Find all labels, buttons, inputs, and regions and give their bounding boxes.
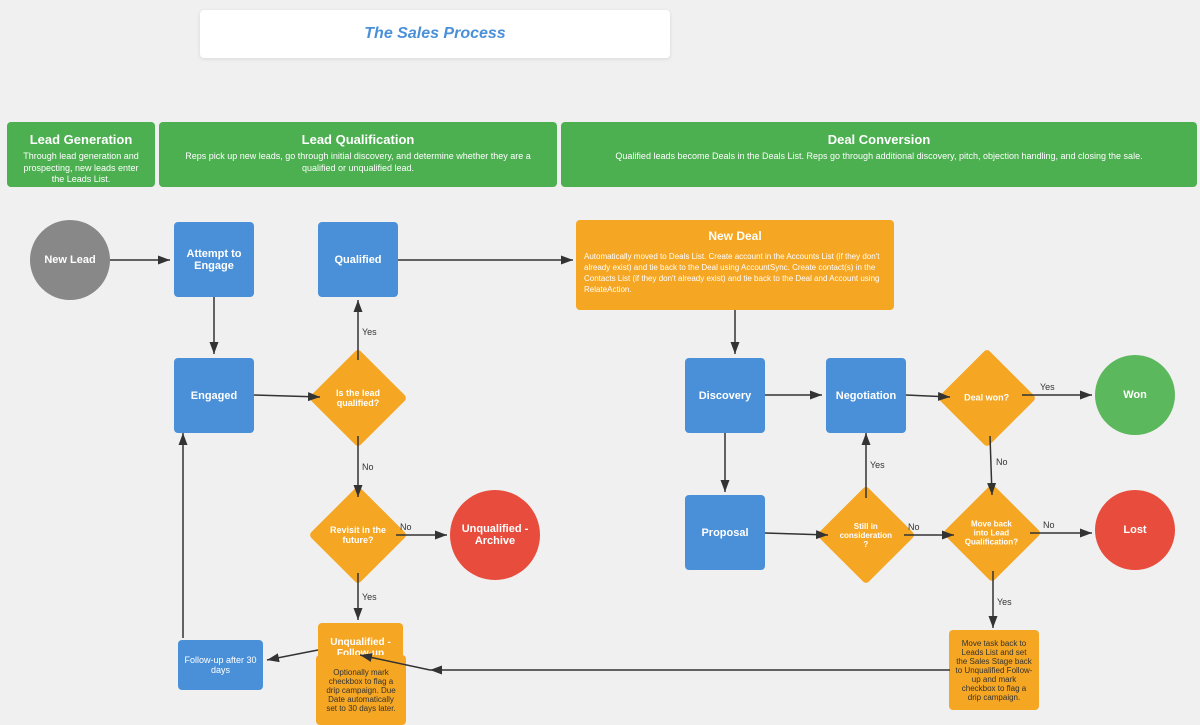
title-card: The Sales Process bbox=[200, 10, 670, 58]
section-lead-gen-title: Lead Generation bbox=[19, 132, 143, 147]
attempt-to-engage-node: Attempt to Engage bbox=[174, 222, 254, 297]
new-deal-desc: Automatically moved to Deals List. Creat… bbox=[584, 251, 886, 296]
section-deal-conv: Deal Conversion Qualified leads become D… bbox=[561, 122, 1197, 187]
section-lead-qual-title: Lead Qualification bbox=[171, 132, 545, 147]
discovery-node: Discovery bbox=[685, 358, 765, 433]
followup-note-node: Follow-up after 30 days bbox=[178, 640, 263, 690]
new-lead-node: New Lead bbox=[30, 220, 110, 300]
svg-text:Yes: Yes bbox=[870, 460, 885, 470]
section-lead-gen-desc: Through lead generation and prospecting,… bbox=[19, 151, 143, 186]
svg-text:Yes: Yes bbox=[362, 327, 377, 337]
lost-node: Lost bbox=[1095, 490, 1175, 570]
won-node: Won bbox=[1095, 355, 1175, 435]
move-back-note-node: Move task back to Leads List and set the… bbox=[949, 630, 1039, 710]
section-lead-qual: Lead Qualification Reps pick up new lead… bbox=[159, 122, 557, 187]
section-lead-qual-desc: Reps pick up new leads, go through initi… bbox=[171, 151, 545, 174]
svg-text:Yes: Yes bbox=[997, 597, 1012, 607]
section-deal-conv-desc: Qualified leads become Deals in the Deal… bbox=[573, 151, 1185, 163]
section-lead-gen: Lead Generation Through lead generation … bbox=[7, 122, 155, 187]
new-deal-box: New Deal Automatically moved to Deals Li… bbox=[576, 220, 894, 310]
still-consideration-node: Still in consideration ? bbox=[817, 486, 916, 585]
deal-won-node: Deal won? bbox=[938, 349, 1037, 448]
svg-text:No: No bbox=[362, 462, 374, 472]
move-back-node: Move back into Lead Qualification? bbox=[943, 484, 1042, 583]
section-deal-conv-title: Deal Conversion bbox=[573, 132, 1185, 147]
revisit-future-node: Revisit in the future? bbox=[309, 486, 408, 585]
page-title: The Sales Process bbox=[364, 25, 505, 42]
unqualified-archive-node: Unqualified - Archive bbox=[450, 490, 540, 580]
page-wrapper: The Sales Process Lead Generation Throug… bbox=[0, 0, 1200, 717]
svg-text:Yes: Yes bbox=[1040, 382, 1055, 392]
new-deal-title: New Deal bbox=[584, 228, 886, 245]
negotiation-node: Negotiation bbox=[826, 358, 906, 433]
svg-text:No: No bbox=[996, 457, 1008, 467]
section-headers: Lead Generation Through lead generation … bbox=[7, 122, 1197, 187]
engaged-node: Engaged bbox=[174, 358, 254, 433]
qualified-node: Qualified bbox=[318, 222, 398, 297]
is-lead-qualified-node: Is the lead qualified? bbox=[309, 349, 408, 448]
proposal-node: Proposal bbox=[685, 495, 765, 570]
svg-text:Yes: Yes bbox=[362, 592, 377, 602]
svg-text:No: No bbox=[1043, 520, 1055, 530]
unqualified-desc-node: Optionally mark checkbox to flag a drip … bbox=[316, 655, 406, 725]
